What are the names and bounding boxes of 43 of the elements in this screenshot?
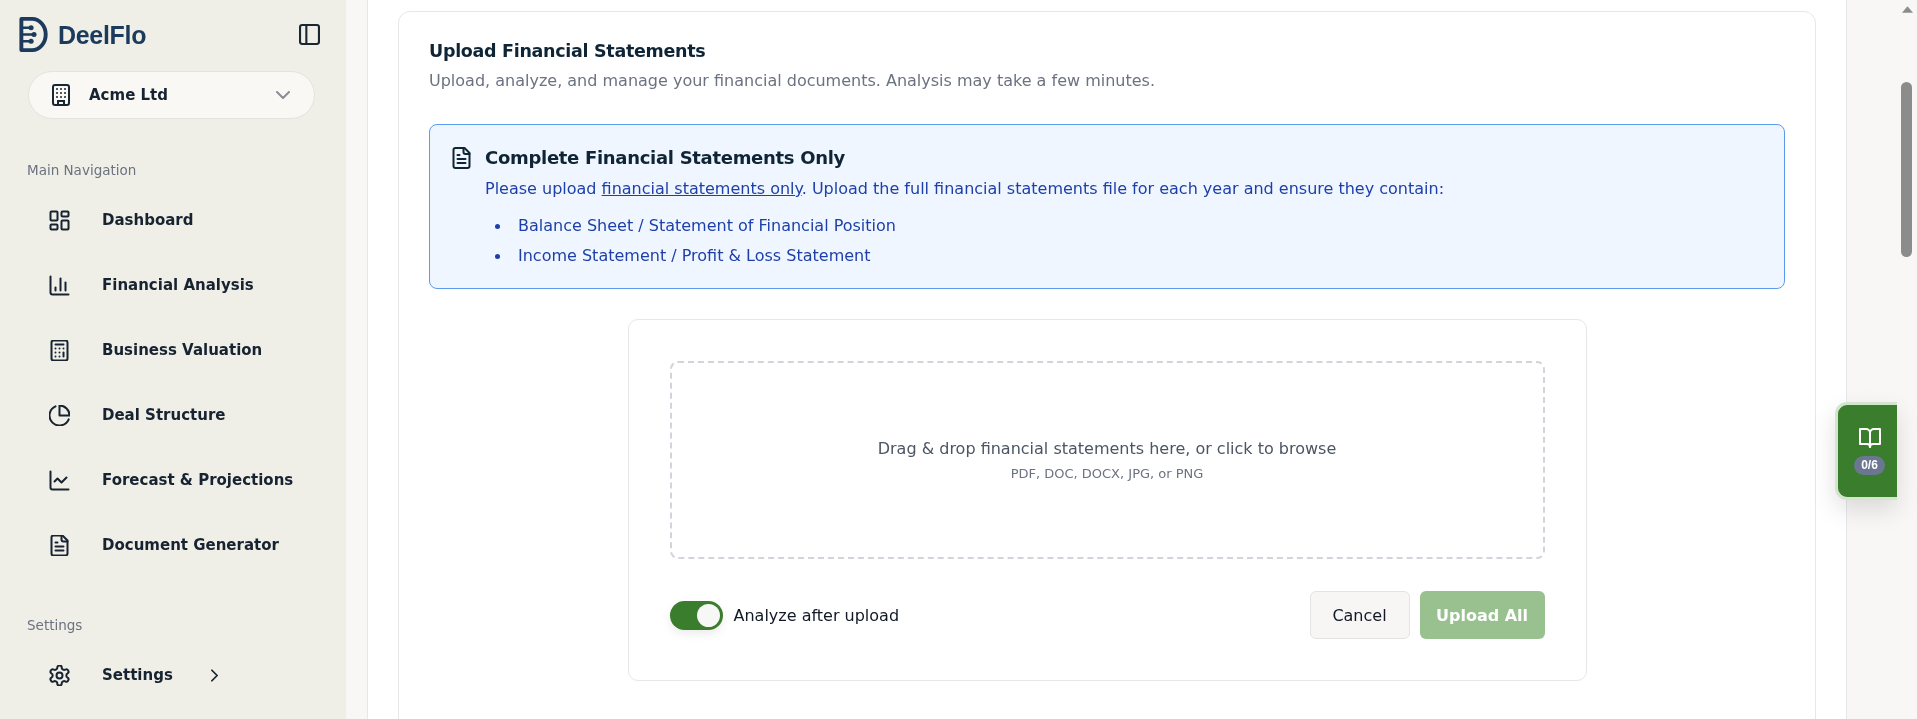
document-icon [49, 534, 70, 556]
dropzone-text: Drag & drop financial statements here, or click to browse [877, 438, 1337, 460]
settings-icon [49, 664, 70, 686]
requirement-item: Balance Sheet / Statement of Financial Position [518, 215, 896, 237]
nav-item[interactable]: Financial Analysis [28, 261, 315, 309]
nav-section-heading: Main Navigation [26, 162, 138, 179]
notice-link[interactable]: financial statements only [601, 179, 802, 198]
calculator-icon [49, 339, 70, 361]
cancel-button[interactable]: Cancel [1309, 591, 1410, 639]
nav-item[interactable]: Settings [28, 651, 315, 699]
progress-badge: 0/6 [1854, 455, 1885, 475]
nav-item[interactable]: Document Generator [28, 521, 315, 569]
page-subtitle: Upload, analyze, and manage your financial documents. Analysis may take a few minutes. [429, 70, 1156, 92]
guide-tab[interactable]: 0/6 [1835, 402, 1897, 500]
bullet-icon [495, 253, 500, 259]
toggle-switch[interactable] [669, 600, 723, 630]
nav-section-heading: Settings [26, 617, 84, 634]
nav-item[interactable]: Forecast & Projections [28, 456, 315, 504]
notice-title: Complete Financial Statements Only [485, 146, 847, 170]
notice-text: Please upload financial statements only. Upload the full financial statements file for each year and ensure they contain: [485, 178, 1445, 200]
bullet-icon [495, 223, 500, 229]
scroll-up-icon[interactable] [1902, 6, 1913, 13]
line-chart-icon [49, 469, 70, 491]
toggle-label: Analyze after upload [733, 605, 900, 625]
chevron-down-icon [276, 91, 290, 99]
panel-icon [299, 24, 320, 45]
scrollbar-thumb[interactable] [1901, 82, 1912, 257]
dashboard-icon [49, 209, 70, 231]
page-title: Upload Financial Statements [429, 40, 707, 63]
nav-item[interactable]: Business Valuation [28, 326, 315, 374]
company-selector[interactable]: Acme Ltd [28, 71, 315, 119]
file-dropzone[interactable]: Drag & drop financial statements here, or click to browse PDF, DOC, DOCX, JPG, or PNG [669, 361, 1545, 559]
pie-chart-icon [49, 404, 70, 426]
requirement-item: Income Statement / Profit & Loss Statement [518, 245, 871, 267]
nav-item[interactable]: Deal Structure [28, 391, 315, 439]
sidebar-toggle-button[interactable] [299, 24, 320, 45]
nav-item[interactable]: Dashboard [28, 196, 315, 244]
dropzone-hint: PDF, DOC, DOCX, JPG, or PNG [1010, 465, 1204, 483]
bar-chart-icon [49, 274, 70, 296]
document-icon [452, 147, 471, 169]
brand-name: DeelFlo [58, 19, 147, 50]
building-icon [52, 84, 70, 106]
book-icon [1858, 427, 1881, 448]
